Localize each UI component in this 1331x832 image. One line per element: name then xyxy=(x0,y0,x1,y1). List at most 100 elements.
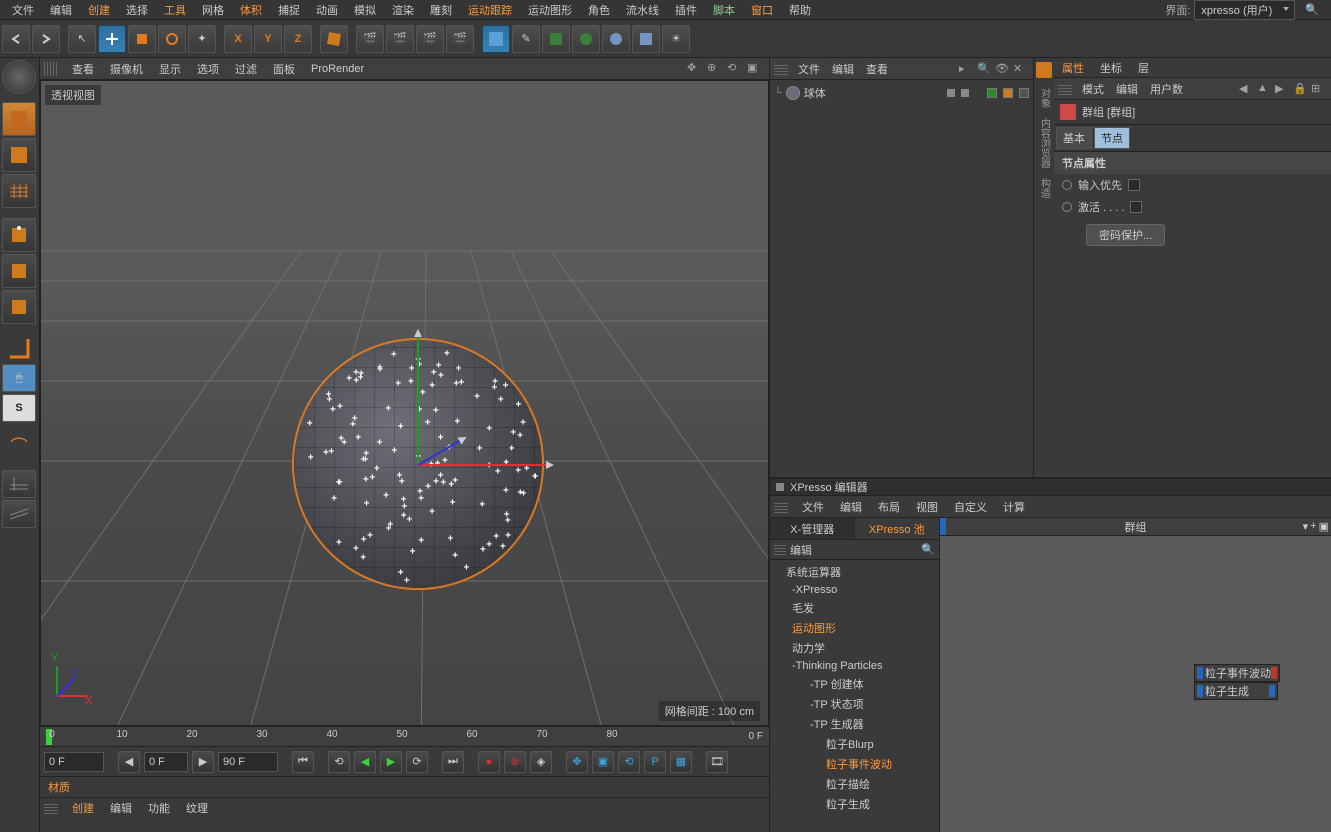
xpresso-tree[interactable]: 系统运算器-XPresso毛发运动图形动力学-Thinking Particle… xyxy=(770,560,939,832)
attr-tab-attr[interactable]: 属性 xyxy=(1054,58,1092,78)
obj-view[interactable]: 查看 xyxy=(860,61,894,77)
xp-tree-node[interactable]: 毛发 xyxy=(770,598,939,618)
render-view[interactable]: 🎬 xyxy=(356,25,384,53)
add-spline[interactable]: ✎ xyxy=(512,25,540,53)
mat-func[interactable]: 功能 xyxy=(140,800,178,816)
checkbox-active[interactable] xyxy=(1130,201,1142,213)
vh-rotate-icon[interactable]: ⟲ xyxy=(727,61,743,77)
close-icon[interactable]: ✕ xyxy=(1013,62,1027,76)
render-settings[interactable]: 🎬 xyxy=(446,25,474,53)
viewport[interactable]: 透视视图 +++++++++++++++++++++++++++++++++++… xyxy=(40,80,769,726)
prev-key-icon[interactable]: ◀ xyxy=(118,751,140,773)
menu-edit[interactable]: 编辑 xyxy=(42,0,80,20)
workplane-mode[interactable] xyxy=(2,174,36,208)
xp-tree-node[interactable]: 粒子生成 xyxy=(770,794,939,814)
search-icon[interactable]: 🔍 xyxy=(921,543,935,556)
menu-select[interactable]: 选择 xyxy=(118,0,156,20)
add-icon[interactable]: + xyxy=(1310,520,1316,533)
menu-anim[interactable]: 动画 xyxy=(308,0,346,20)
vh-move-icon[interactable]: ✥ xyxy=(687,61,703,77)
vh-camera[interactable]: 摄像机 xyxy=(102,61,151,77)
xp-view[interactable]: 视图 xyxy=(908,499,946,515)
xp-calc[interactable]: 计算 xyxy=(995,499,1033,515)
add-deformer[interactable] xyxy=(572,25,600,53)
move-tool[interactable] xyxy=(98,25,126,53)
k-rot[interactable]: ⟲ xyxy=(618,751,640,773)
vh-panel[interactable]: 面板 xyxy=(265,61,303,77)
menu-volume[interactable]: 体积 xyxy=(232,0,270,20)
rail-obj[interactable] xyxy=(1036,62,1052,78)
password-protect-button[interactable]: 密码保护... xyxy=(1086,224,1165,246)
menu-plugins[interactable]: 插件 xyxy=(667,0,705,20)
k-param[interactable]: P xyxy=(644,751,666,773)
scale-tool[interactable] xyxy=(128,25,156,53)
new-icon[interactable]: ⊞ xyxy=(1311,82,1325,96)
vh-zoom-icon[interactable]: ⊕ xyxy=(707,61,723,77)
rail-label-1[interactable]: 对象 xyxy=(1037,88,1052,108)
menu-create[interactable]: 创建 xyxy=(80,0,118,20)
timeline[interactable]: 0 F 01020304050607080 xyxy=(40,726,769,746)
step-back[interactable]: ⟲ xyxy=(328,751,350,773)
goto-start[interactable]: ⏮ xyxy=(292,751,314,773)
xp-layout[interactable]: 布局 xyxy=(870,499,908,515)
xp-tree-node[interactable]: 粒子描绘 xyxy=(770,774,939,794)
editable-icon[interactable] xyxy=(2,60,36,94)
subtab-basic[interactable]: 基本 xyxy=(1056,127,1092,149)
attr-tab-layer[interactable]: 层 xyxy=(1130,58,1157,78)
xp-tab-manager[interactable]: X-管理器 xyxy=(770,518,855,540)
menu-snap[interactable]: 捕捉 xyxy=(270,0,308,20)
xp-custom[interactable]: 自定义 xyxy=(946,499,995,515)
vis-dot[interactable] xyxy=(947,89,955,97)
render-pv[interactable]: 🎬 xyxy=(416,25,444,53)
tag-xpresso[interactable] xyxy=(1003,88,1013,98)
coord-sys[interactable] xyxy=(320,25,348,53)
step-fwd[interactable]: ⟳ xyxy=(406,751,428,773)
xp-search-label[interactable]: 编辑 xyxy=(790,542,812,558)
add-primitive[interactable] xyxy=(482,25,510,53)
add-light[interactable]: ☀ xyxy=(662,25,690,53)
menu-script[interactable]: 脚本 xyxy=(705,0,743,20)
layout-dropdown[interactable]: xpresso (用户) xyxy=(1194,0,1295,20)
xp-tree-node[interactable]: -TP 状态项 xyxy=(770,694,939,714)
attr-tab-coord[interactable]: 坐标 xyxy=(1092,58,1130,78)
add-env[interactable] xyxy=(602,25,630,53)
redo-button[interactable] xyxy=(32,25,60,53)
menu-help[interactable]: 帮助 xyxy=(781,0,819,20)
vh-max-icon[interactable]: ▣ xyxy=(747,61,763,77)
chevron-icon[interactable]: ▸ xyxy=(959,62,973,76)
vh-view[interactable]: 查看 xyxy=(64,61,102,77)
render-region[interactable]: 🎬 xyxy=(386,25,414,53)
vis-dot[interactable] xyxy=(961,89,969,97)
mat-create[interactable]: 创建 xyxy=(64,800,102,816)
texture-mode[interactable] xyxy=(2,138,36,172)
xp-file[interactable]: 文件 xyxy=(794,499,832,515)
axis-mode[interactable] xyxy=(2,334,36,362)
xp-tree-node[interactable]: 运动图形 xyxy=(770,618,939,638)
obj-file[interactable]: 文件 xyxy=(792,61,826,77)
attr-mode[interactable]: 模式 xyxy=(1076,81,1110,97)
rail-label-2[interactable]: 内容浏览器 xyxy=(1037,118,1052,168)
menu-motrack[interactable]: 运动跟踪 xyxy=(460,0,520,20)
snap-toggle[interactable]: S xyxy=(2,394,36,422)
obj-edit[interactable]: 编辑 xyxy=(826,61,860,77)
xp-tree-node[interactable]: 系统运算器 xyxy=(770,562,939,582)
select-tool[interactable]: ↖ xyxy=(68,25,96,53)
add-generator[interactable] xyxy=(542,25,570,53)
point-mode[interactable] xyxy=(2,218,36,252)
xp-node[interactable]: 粒子生成 xyxy=(1194,682,1278,700)
record-key[interactable]: ● xyxy=(478,751,500,773)
undo-button[interactable] xyxy=(2,25,30,53)
k-pos[interactable]: ✥ xyxy=(566,751,588,773)
search-icon[interactable]: 🔍 xyxy=(1295,1,1327,18)
xp-tree-node[interactable]: 粒子事件波动 xyxy=(770,754,939,774)
xpresso-graph[interactable]: 群组 ▾+▣ 粒子事件波动粒子生成 xyxy=(940,518,1331,832)
back-icon[interactable]: ◀ xyxy=(1239,82,1253,96)
menu-window[interactable]: 窗口 xyxy=(743,0,781,20)
mat-edit[interactable]: 编辑 xyxy=(102,800,140,816)
sound-icon[interactable]: 🎞 xyxy=(706,751,728,773)
enable-dot[interactable] xyxy=(987,88,997,98)
key-sel[interactable]: ◈ xyxy=(530,751,552,773)
goto-end[interactable]: ⏭ xyxy=(442,751,464,773)
xp-tree-node[interactable]: -XPresso xyxy=(770,582,939,598)
attr-edit[interactable]: 编辑 xyxy=(1110,81,1144,97)
